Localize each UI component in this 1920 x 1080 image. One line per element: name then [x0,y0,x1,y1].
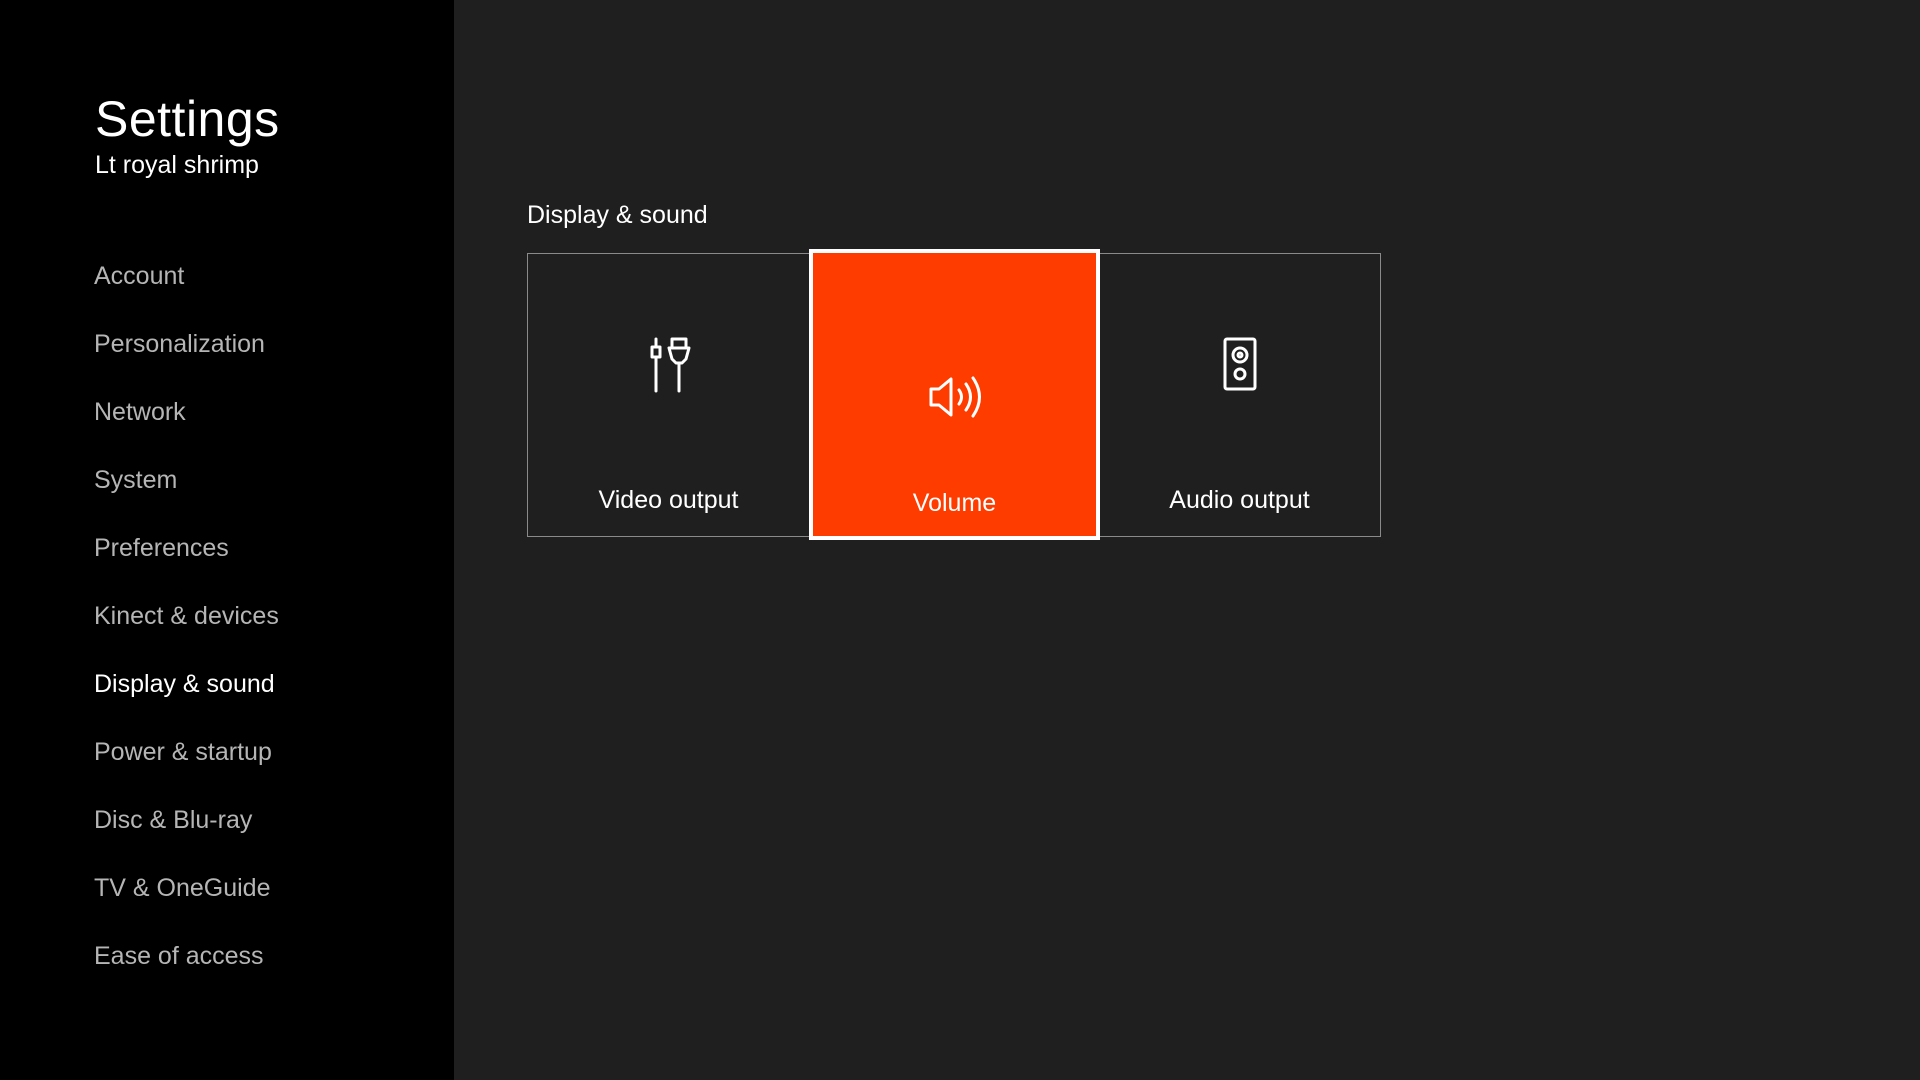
tile-label: Volume [912,489,997,517]
sidebar-item-preferences[interactable]: Preferences [94,528,279,596]
sidebar-item-network[interactable]: Network [94,392,279,460]
sidebar-item-display-sound[interactable]: Display & sound [94,664,279,732]
section-title: Display & sound [527,201,708,229]
sidebar-item-system[interactable]: System [94,460,279,528]
tile-audio-output[interactable]: Audio output [1098,253,1381,537]
sidebar: Settings Lt royal shrimp Account Persona… [0,0,454,1080]
tile-label: Audio output [1169,486,1310,514]
sidebar-item-ease-of-access[interactable]: Ease of access [94,936,279,1004]
profile-name: Lt royal shrimp [95,151,259,179]
settings-nav: Account Personalization Network System P… [94,256,279,1004]
tile-volume[interactable]: Volume [809,249,1100,540]
sidebar-item-account[interactable]: Account [94,256,279,324]
tile-video-output[interactable]: Video output [527,253,810,537]
sidebar-item-personalization[interactable]: Personalization [94,324,279,392]
video-cable-icon [637,333,701,397]
tile-label: Video output [598,486,739,514]
speaker-box-icon [1208,333,1272,397]
sidebar-item-disc-bluray[interactable]: Disc & Blu-ray [94,800,279,868]
settings-screen: Settings Lt royal shrimp Account Persona… [0,0,1920,1080]
page-title: Settings [95,91,280,147]
main-content: Display & sound Video output Volume Audi… [454,0,1920,1080]
sidebar-item-kinect-devices[interactable]: Kinect & devices [94,596,279,664]
sidebar-item-power-startup[interactable]: Power & startup [94,732,279,800]
speaker-volume-icon [923,365,987,429]
sidebar-item-tv-oneguide[interactable]: TV & OneGuide [94,868,279,936]
